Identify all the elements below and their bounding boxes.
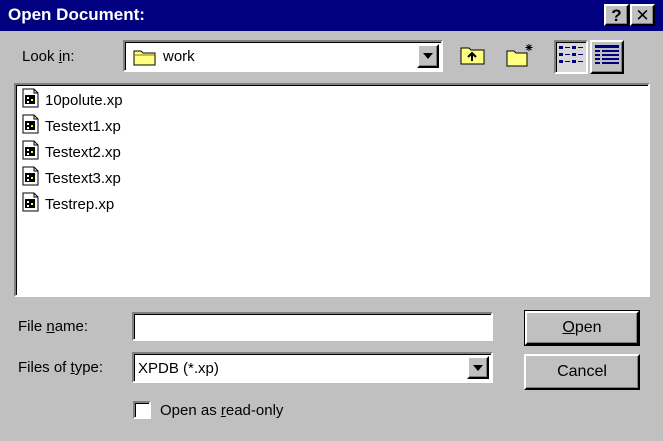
chevron-down-icon (473, 364, 483, 371)
xp-document-icon (22, 88, 40, 112)
file-type-dropdown[interactable]: XPDB (*.xp) (132, 352, 493, 383)
open-button[interactable]: Open (524, 310, 640, 346)
title-bar: Open Document: ? ✕ (0, 0, 663, 31)
file-type-arrow-button[interactable] (467, 356, 489, 379)
chevron-down-icon (423, 53, 433, 59)
file-list[interactable]: 10polute.xp Testext1.xp Testext2.xp Testext… (14, 83, 650, 297)
file-type-value: XPDB (*.xp) (138, 360, 219, 377)
xp-document-icon (22, 114, 40, 138)
file-type-label: Files of type: (18, 359, 104, 376)
file-item[interactable]: Testext1.xp (22, 114, 121, 138)
file-name-label: File name: (18, 318, 89, 335)
file-item[interactable]: 10polute.xp (22, 88, 123, 112)
folder-icon (133, 48, 157, 70)
cancel-button[interactable]: Cancel (524, 354, 640, 390)
dialog-title: Open Document: (8, 5, 145, 24)
file-item[interactable]: Testext3.xp (22, 166, 121, 190)
details-view-icon (594, 44, 620, 70)
xp-document-icon (22, 192, 40, 216)
file-name: Testext2.xp (45, 143, 121, 161)
file-name: Testext1.xp (45, 117, 121, 135)
help-icon: ? (611, 5, 622, 25)
file-name: Testrep.xp (45, 195, 115, 213)
file-item[interactable]: Testrep.xp (22, 192, 115, 216)
create-new-folder-button[interactable] (503, 40, 537, 74)
up-one-level-icon (459, 43, 487, 71)
details-view-button[interactable] (590, 40, 624, 74)
close-icon: ✕ (635, 5, 650, 25)
list-view-icon (558, 44, 584, 70)
file-name-field[interactable] (132, 312, 493, 341)
look-in-dropdown[interactable]: work (123, 40, 443, 72)
list-view-button[interactable] (554, 40, 588, 74)
cancel-label: Cancel (557, 363, 607, 380)
look-in-label: Look in: (22, 48, 75, 65)
help-button[interactable]: ? (604, 4, 629, 26)
read-only-label[interactable]: Open as read-only (160, 402, 283, 419)
read-only-checkbox[interactable] (133, 401, 151, 419)
look-in-arrow-button[interactable] (417, 44, 439, 68)
close-button[interactable]: ✕ (630, 4, 655, 26)
xp-document-icon (22, 166, 40, 190)
file-item[interactable]: Testext2.xp (22, 140, 121, 164)
look-in-value: work (163, 48, 195, 65)
file-name: 10polute.xp (45, 91, 123, 109)
up-one-level-button[interactable] (456, 40, 490, 74)
file-name: Testext3.xp (45, 169, 121, 187)
create-new-folder-icon (505, 42, 535, 72)
xp-document-icon (22, 140, 40, 164)
